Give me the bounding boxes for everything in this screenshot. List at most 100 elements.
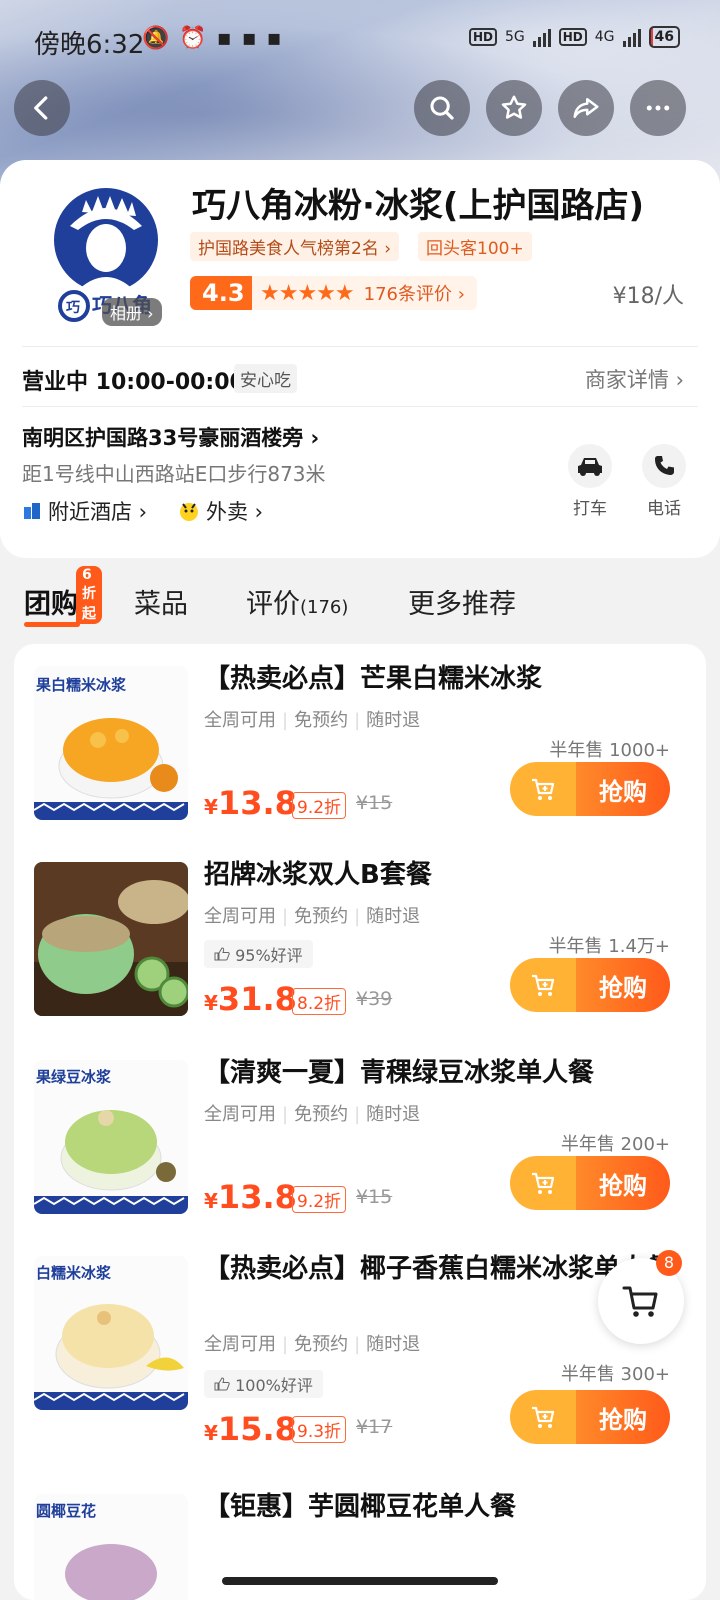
favorite-button[interactable]	[486, 80, 542, 136]
star-icon	[501, 95, 527, 119]
deal-discount: 9.2折	[292, 792, 347, 819]
tab-reviews[interactable]: 评价(176)	[246, 582, 348, 621]
tab-group-buy[interactable]: 团购 6折起	[24, 566, 102, 624]
status-bar: 傍晚6:32 🔕⏰▪▪▪ HD 5G HD 4G 46	[0, 0, 720, 80]
deal-tag: 随时退	[348, 1104, 420, 1125]
tab-reviews-label: 评价	[246, 589, 300, 620]
discount-bubble: 6折起	[76, 566, 102, 624]
divider	[22, 406, 698, 407]
svg-text:白糯米冰浆: 白糯米冰浆	[36, 1264, 112, 1282]
cart-count-badge: 8	[656, 1250, 682, 1276]
signal-icon	[532, 27, 551, 47]
rating-stars-icon: ★★★★★	[260, 280, 355, 306]
buy-button[interactable]: 抢购	[510, 762, 670, 816]
deal-image: 果绿豆冰浆	[34, 1060, 188, 1214]
tab-reviews-count: (176)	[300, 597, 349, 618]
takeout-link[interactable]: 外卖 ›	[178, 496, 263, 526]
deal-original-price: ¥39	[356, 988, 393, 1010]
tab-group-buy-label: 团购	[24, 589, 78, 620]
safe-eat-tag: 安心吃	[234, 364, 297, 393]
deal-tag: 免预约	[276, 1334, 348, 1355]
deal-discount: 9.2折	[292, 1186, 347, 1213]
grab-button-label[interactable]: 抢购	[576, 762, 670, 816]
back-button[interactable]	[14, 80, 70, 136]
shop-address[interactable]: 南明区护国路33号豪丽酒楼旁 ›	[22, 422, 319, 452]
deal-discount: 9.3折	[292, 1416, 347, 1443]
buy-button[interactable]: 抢购	[510, 1390, 670, 1444]
add-to-cart-button[interactable]	[510, 1390, 576, 1444]
deal-original-price: ¥15	[356, 1186, 393, 1208]
deal-image: 圆椰豆花	[34, 1494, 188, 1600]
takeout-label: 外卖 ›	[206, 500, 264, 524]
taxi-label: 打车	[573, 499, 607, 519]
back-arrow-icon	[34, 96, 48, 120]
hd-icon: HD	[468, 28, 497, 46]
cart-plus-icon	[532, 1406, 555, 1428]
add-to-cart-button[interactable]	[510, 958, 576, 1012]
rating-stars-box[interactable]: ★★★★★ 176条评价 ›	[252, 276, 477, 310]
deal-title: 【钜惠】芋圆椰豆花单人餐	[204, 1492, 517, 1522]
deal-image	[34, 862, 188, 1016]
phone-icon	[642, 444, 686, 488]
add-to-cart-button[interactable]	[510, 762, 576, 816]
deal-price: ¥13.8	[204, 1178, 297, 1216]
deal-price: ¥13.8	[204, 784, 297, 822]
deal-tag: 免预约	[276, 1104, 348, 1125]
deal-tags: 全周可用免预约随时退	[204, 706, 420, 732]
home-indicator[interactable]	[222, 1577, 498, 1585]
deal-original-price: ¥15	[356, 792, 393, 814]
shop-distance: 距1号线中山西路站E口步行873米	[22, 462, 326, 486]
deal-sold-count: 半年售 300+	[560, 1364, 670, 1385]
tab-bar: 团购 6折起 菜品 评价(176) 更多推荐	[0, 566, 720, 642]
search-button[interactable]	[414, 80, 470, 136]
tab-more[interactable]: 更多推荐	[408, 582, 516, 621]
phone-button[interactable]: 电话	[634, 444, 694, 519]
shop-name: 巧八角冰粉·冰浆(上护国路店)	[192, 186, 644, 226]
nearby-hotel-link[interactable]: 附近酒店 ›	[22, 496, 147, 526]
deal-item[interactable]: 果绿豆冰浆 【清爽一夏】青稞绿豆冰浆单人餐 全周可用免预约随时退 半年售 200…	[14, 1038, 706, 1234]
cart-plus-icon	[532, 974, 555, 996]
deal-sold-count: 半年售 1000+	[549, 740, 670, 761]
deal-tag: 随时退	[348, 906, 420, 927]
tab-dishes[interactable]: 菜品	[134, 582, 188, 621]
good-rate-label: 100%好评	[235, 1376, 313, 1395]
deal-tags: 全周可用免预约随时退	[204, 1100, 420, 1126]
divider	[22, 346, 698, 347]
deal-original-price: ¥17	[356, 1416, 393, 1438]
return-customer-badge: 回头客100+	[418, 232, 532, 261]
deal-item[interactable]: 白糯米冰浆 【热卖必点】椰子香蕉白糯米冰浆单人餐 全周可用免预约随时退 100%…	[14, 1234, 706, 1470]
share-icon	[573, 98, 599, 118]
merchant-detail-link[interactable]: 商家详情 ›	[585, 364, 684, 394]
cart-plus-icon	[532, 1172, 555, 1194]
buy-button[interactable]: 抢购	[510, 1156, 670, 1210]
deal-price: ¥15.8	[204, 1410, 297, 1448]
grab-button-label[interactable]: 抢购	[576, 1156, 670, 1210]
share-button[interactable]	[558, 80, 614, 136]
deal-tag: 全周可用	[204, 1104, 276, 1125]
svg-text:圆椰豆花: 圆椰豆花	[36, 1502, 96, 1520]
buy-button[interactable]: 抢购	[510, 958, 670, 1012]
more-button[interactable]	[630, 80, 686, 136]
reviews-link[interactable]: 176条评价 ›	[364, 280, 465, 306]
deal-image: 果白糯米冰浆	[34, 666, 188, 820]
hd-icon-2: HD	[558, 28, 587, 46]
grab-button-label[interactable]: 抢购	[576, 1390, 670, 1444]
good-rate-badge: 95%好评	[204, 940, 313, 968]
thumbs-up-icon	[214, 947, 230, 961]
deal-price: ¥31.8	[204, 980, 297, 1018]
deals-list: 果白糯米冰浆 【热卖必点】芒果白糯米冰浆 全周可用免预约随时退 半年售 1000…	[14, 644, 706, 1600]
deal-tags: 全周可用免预约随时退	[204, 1330, 420, 1356]
deal-item[interactable]: 招牌冰浆双人B套餐 全周可用免预约随时退 95%好评 半年售 1.4万+ ¥31…	[14, 840, 706, 1036]
deal-item[interactable]: 果白糯米冰浆 【热卖必点】芒果白糯米冰浆 全周可用免预约随时退 半年售 1000…	[14, 644, 706, 840]
grab-button-label[interactable]: 抢购	[576, 958, 670, 1012]
deal-tags: 全周可用免预约随时退	[204, 902, 420, 928]
cart-icon	[622, 1286, 658, 1317]
network-5g-label: 5G	[504, 29, 525, 45]
album-tag[interactable]: 相册 ›	[102, 298, 162, 326]
add-to-cart-button[interactable]	[510, 1156, 576, 1210]
taxi-button[interactable]: 打车	[560, 444, 620, 519]
deal-tag: 全周可用	[204, 906, 276, 927]
takeout-icon	[180, 503, 198, 521]
rank-badge[interactable]: 护国路美食人气榜第2名 ›	[190, 232, 400, 261]
thumbs-up-icon	[214, 1377, 230, 1391]
